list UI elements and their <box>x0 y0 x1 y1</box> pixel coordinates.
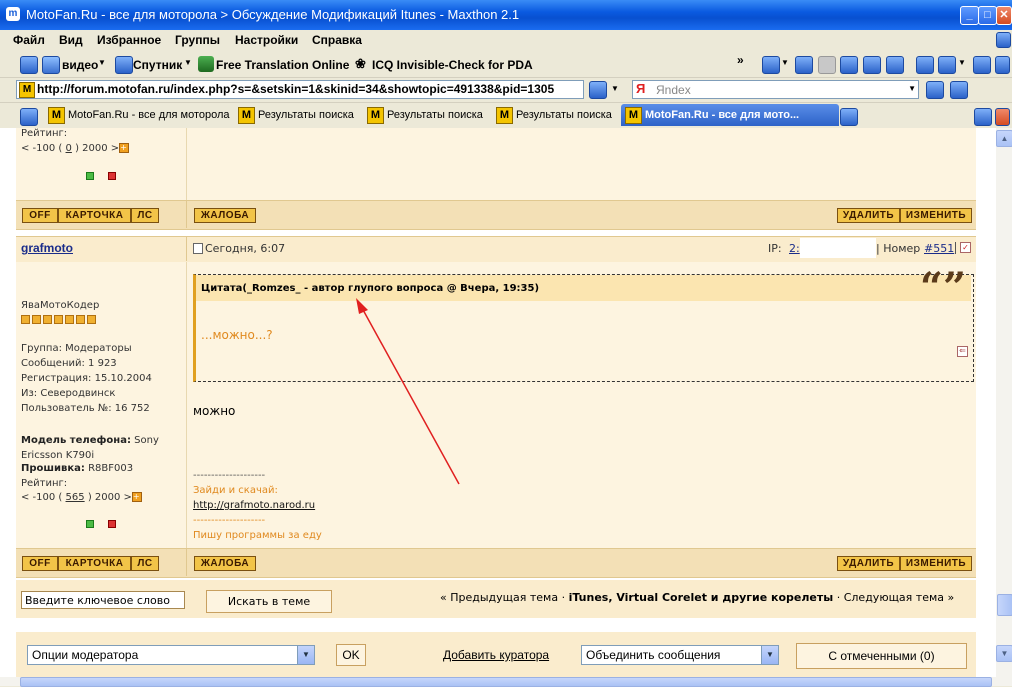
search-dropdown-icon[interactable]: ▼ <box>908 84 916 93</box>
tab-search-results-1[interactable]: M Результаты поиска <box>238 104 354 126</box>
new-tab-button-icon[interactable] <box>840 108 858 126</box>
help-icon[interactable] <box>995 56 1010 74</box>
tab-search-results-2[interactable]: M Результаты поиска <box>367 104 483 126</box>
highlight-icon[interactable] <box>950 81 968 99</box>
arrow-line <box>361 307 460 485</box>
tab-restore-icon[interactable] <box>974 108 992 126</box>
motofan-tab-icon: M <box>48 106 65 124</box>
scroll-thumb[interactable] <box>997 594 1012 616</box>
arrow-head <box>356 298 368 314</box>
refresh-icon[interactable] <box>863 56 881 74</box>
reload-all-icon[interactable] <box>886 56 904 74</box>
address-toolbar: M http://forum.motofan.ru/index.php?s=&s… <box>0 78 1012 103</box>
menu-settings[interactable]: Настройки <box>235 33 298 47</box>
translate-icon <box>198 56 214 72</box>
menu-favorites[interactable]: Избранное <box>97 33 161 47</box>
home-icon[interactable] <box>996 32 1011 48</box>
icq-link[interactable]: ICQ Invisible-Check for PDA <box>372 58 533 72</box>
forward-icon[interactable] <box>818 56 836 74</box>
options-icon[interactable] <box>973 56 991 74</box>
icq-icon: ❀ <box>355 56 366 71</box>
go-icon[interactable] <box>589 81 607 99</box>
title-bar: m MotoFan.Ru - все для моторола > Обсужд… <box>0 0 1012 30</box>
menu-file[interactable]: Файл <box>13 33 45 47</box>
horizontal-scrollbar[interactable] <box>0 677 1012 687</box>
tab-motofan-active[interactable]: M MotoFan.Ru - все для мото... <box>621 104 839 126</box>
video-dropdown-icon[interactable]: ▼ <box>98 58 106 67</box>
menu-help[interactable]: Справка <box>312 33 362 47</box>
window-title: MotoFan.Ru - все для моторола > Обсужден… <box>26 7 520 22</box>
toolbar-overflow-icon[interactable]: » <box>737 53 744 67</box>
address-input[interactable]: M http://forum.motofan.ru/index.php?s=&s… <box>16 80 584 99</box>
minimize-button[interactable]: _ <box>960 6 979 25</box>
back-icon[interactable] <box>795 56 813 74</box>
motofan-tab-icon: M <box>625 106 642 124</box>
video-icon <box>42 56 60 74</box>
search-input[interactable]: Я Яndex ▼ <box>632 80 919 99</box>
tab-menu-icon[interactable] <box>20 108 38 126</box>
motofan-tab-icon: M <box>367 106 384 124</box>
address-url: http://forum.motofan.ru/index.php?s=&set… <box>37 82 555 96</box>
new-tab-icon[interactable] <box>762 56 780 74</box>
vertical-scrollbar[interactable]: ▲ ▼ <box>996 128 1012 677</box>
menu-view[interactable]: Вид <box>59 33 83 47</box>
search-placeholder: Яndex <box>656 83 691 97</box>
new-tab-dropdown-icon[interactable]: ▼ <box>781 58 789 67</box>
page-content: Рейтинг: < -100 ( 0 ) 2000 >+ OFF КАРТОЧ… <box>0 128 996 677</box>
close-button[interactable]: ✕ <box>996 6 1012 25</box>
motofan-tab-icon: M <box>496 106 513 124</box>
home-button-icon[interactable] <box>916 56 934 74</box>
yandex-icon: Я <box>636 81 646 96</box>
toolbar-links: видео ▼ Спутник ▼ Free Translation Onlin… <box>0 52 1012 78</box>
tab-close-icon[interactable] <box>995 108 1010 126</box>
menu-groups[interactable]: Группы <box>175 33 220 47</box>
translate-link[interactable]: Free Translation Online <box>216 58 349 72</box>
maximize-button[interactable]: □ <box>978 6 997 25</box>
go-dropdown-icon[interactable]: ▼ <box>611 84 619 93</box>
annotation-arrow <box>356 298 460 485</box>
undo-dropdown-icon[interactable]: ▼ <box>958 58 966 67</box>
maxthon-app-icon: m <box>6 7 20 21</box>
scroll-up-icon[interactable]: ▲ <box>996 130 1012 147</box>
site-favicon-icon: M <box>19 82 35 98</box>
undo-close-icon[interactable] <box>938 56 956 74</box>
sputnik-link[interactable]: Спутник <box>133 58 182 72</box>
scroll-down-icon[interactable]: ▼ <box>996 645 1012 662</box>
stop-icon[interactable] <box>840 56 858 74</box>
video-link[interactable]: видео <box>62 58 98 72</box>
sputnik-dropdown-icon[interactable]: ▼ <box>184 58 192 67</box>
menu-bar: Файл Вид Избранное Группы Настройки Спра… <box>0 30 1012 50</box>
motofan-tab-icon: M <box>238 106 255 124</box>
sputnik-icon <box>115 56 133 74</box>
tab-search-results-3[interactable]: M Результаты поиска <box>496 104 612 126</box>
search-icon[interactable] <box>926 81 944 99</box>
tab-motofan-1[interactable]: M MotoFan.Ru - все для моторола <box>48 104 230 126</box>
favorites-icon[interactable] <box>20 56 38 74</box>
